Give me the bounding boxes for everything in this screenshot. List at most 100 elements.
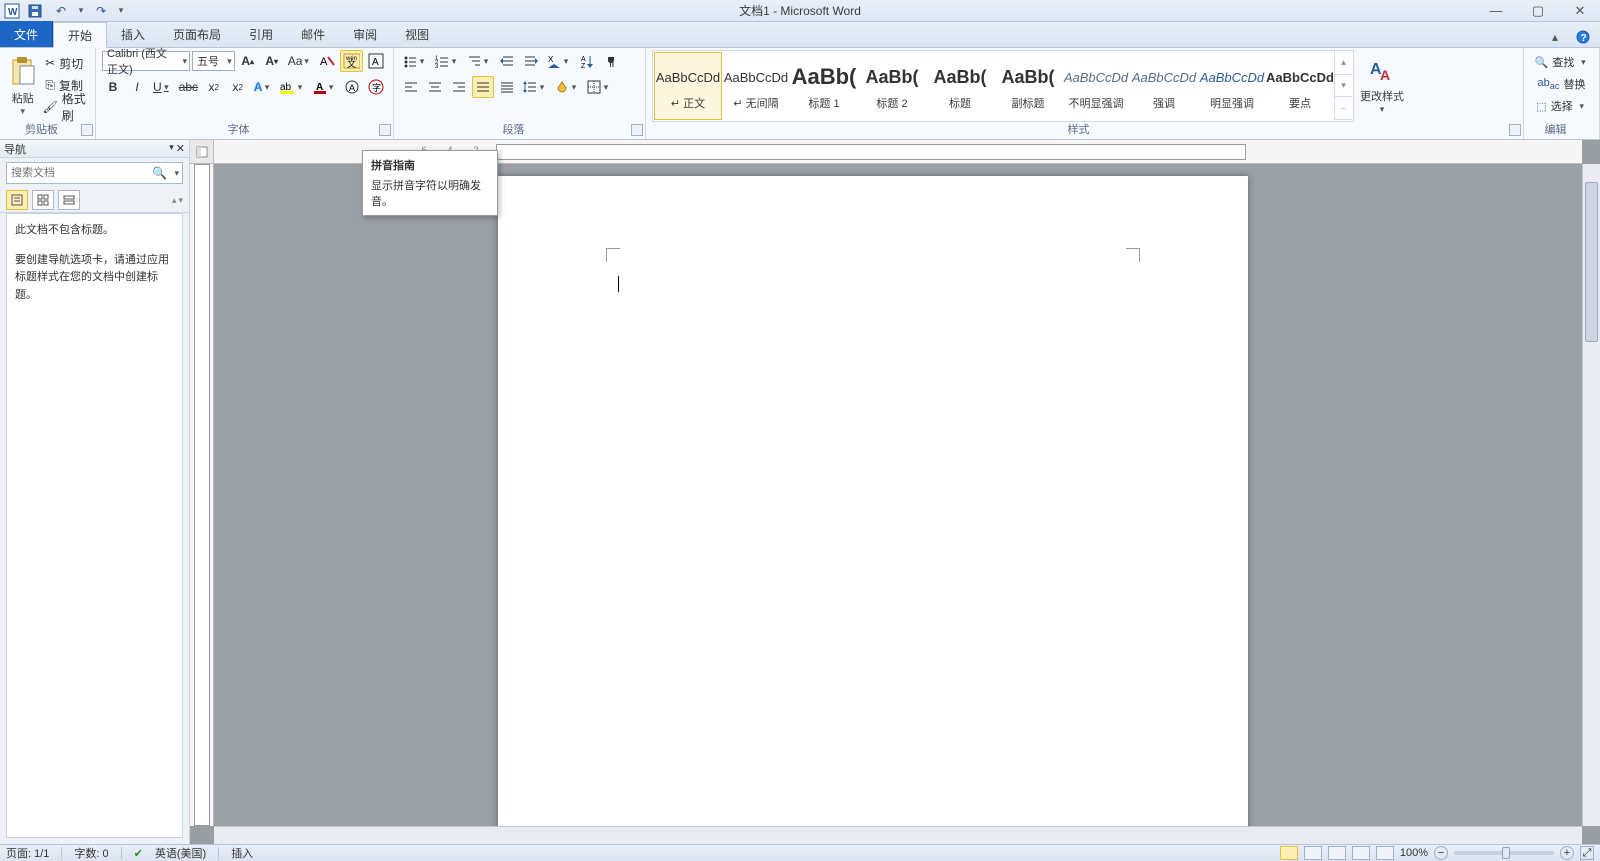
zoom-slider[interactable] <box>1454 851 1554 855</box>
file-tab[interactable]: 文件 <box>0 21 53 47</box>
search-dropdown-icon[interactable]: ▾ <box>174 168 179 179</box>
distributed-button[interactable] <box>496 76 518 98</box>
view-full-screen[interactable] <box>1304 846 1322 860</box>
strikethrough-button[interactable]: abc <box>176 76 201 98</box>
nav-tab-pages[interactable] <box>32 190 54 210</box>
status-words[interactable]: 字数: 0 <box>74 845 108 861</box>
justify-button[interactable] <box>472 76 494 98</box>
character-shading-button[interactable]: A <box>341 76 363 98</box>
style-item-nospacing[interactable]: AaBbCcDd↵ 无间隔 <box>722 52 790 120</box>
tab-mailings[interactable]: 邮件 <box>287 21 339 47</box>
nav-next-icon[interactable]: ▾ <box>178 195 183 206</box>
styles-launcher[interactable] <box>1509 124 1521 136</box>
view-web-layout[interactable] <box>1328 846 1346 860</box>
tab-home[interactable]: 开始 <box>53 22 107 48</box>
increase-indent-button[interactable] <box>520 50 542 72</box>
character-border-button[interactable]: A <box>365 50 387 72</box>
zoom-slider-knob[interactable] <box>1502 847 1510 859</box>
view-print-layout[interactable] <box>1280 846 1298 860</box>
gallery-scroll[interactable]: ▴▾⎯ <box>1334 52 1352 120</box>
shading-button[interactable]: ▾ <box>552 76 582 98</box>
align-left-button[interactable] <box>400 76 422 98</box>
nav-dropdown-icon[interactable]: ▾ <box>169 142 174 155</box>
style-item-strong[interactable]: AaBbCcDd要点 <box>1266 52 1334 120</box>
document-canvas[interactable] <box>214 164 1582 826</box>
style-item-heading2[interactable]: AaBb(标题 2 <box>858 52 926 120</box>
minimize-ribbon-icon[interactable]: ▴ <box>1544 26 1566 48</box>
style-item-subtitle[interactable]: AaBb(副标题 <box>994 52 1062 120</box>
scrollbar-thumb[interactable] <box>1585 182 1598 342</box>
highlight-button[interactable]: ab▾ <box>277 76 308 98</box>
view-draft[interactable] <box>1376 846 1394 860</box>
clear-formatting-button[interactable]: A <box>316 50 338 72</box>
minimize-button[interactable]: — <box>1482 3 1510 18</box>
qat-customize[interactable]: ▾ <box>116 5 126 16</box>
select-button[interactable]: ⬚选择▾ <box>1530 96 1593 116</box>
enclose-characters-button[interactable]: 字 <box>365 76 387 98</box>
borders-button[interactable]: ▾ <box>584 76 614 98</box>
change-styles-button[interactable]: AA 更改样式 ▾ <box>1358 50 1406 122</box>
font-launcher[interactable] <box>379 124 391 136</box>
tab-review[interactable]: 审阅 <box>339 21 391 47</box>
undo-dropdown[interactable]: ▾ <box>76 5 86 16</box>
close-button[interactable]: ✕ <box>1566 3 1594 19</box>
superscript-button[interactable]: x2 <box>227 76 249 98</box>
subscript-button[interactable]: x2 <box>203 76 225 98</box>
text-effects-button[interactable]: A▾ <box>251 76 275 98</box>
search-icon[interactable]: 🔍 <box>152 166 167 180</box>
status-language[interactable]: 英语(美国) <box>155 845 206 861</box>
help-icon[interactable]: ? <box>1572 26 1594 48</box>
paste-button[interactable]: 粘贴 ▾ <box>6 50 39 122</box>
redo-icon[interactable]: ↷ <box>90 3 112 19</box>
align-right-button[interactable] <box>448 76 470 98</box>
format-painter-button[interactable]: 🖌格式刷 <box>39 96 89 118</box>
shrink-font-button[interactable]: A▾ <box>261 50 283 72</box>
style-item-title[interactable]: AaBb(标题 <box>926 52 994 120</box>
page[interactable] <box>498 176 1248 826</box>
asian-layout-button[interactable]: X▾ <box>544 50 574 72</box>
style-item-normal[interactable]: AaBbCcDd↵ 正文 <box>654 52 722 120</box>
horizontal-scrollbar[interactable] <box>214 826 1582 844</box>
italic-button[interactable]: I <box>126 76 148 98</box>
phonetic-guide-button[interactable]: wén文 <box>340 50 363 72</box>
maximize-button[interactable]: ▢ <box>1524 3 1552 19</box>
nav-tab-results[interactable] <box>58 190 80 210</box>
decrease-indent-button[interactable] <box>496 50 518 72</box>
undo-icon[interactable]: ↶ <box>50 3 72 19</box>
nav-tab-headings[interactable] <box>6 190 28 210</box>
vertical-scrollbar[interactable] <box>1582 164 1600 826</box>
align-center-button[interactable] <box>424 76 446 98</box>
line-spacing-button[interactable]: ▾ <box>520 76 550 98</box>
style-item-emphasis[interactable]: AaBbCcDd强调 <box>1130 52 1198 120</box>
style-item-heading1[interactable]: AaBb(标题 1 <box>790 52 858 120</box>
zoom-in-button[interactable]: + <box>1560 846 1574 860</box>
font-color-button[interactable]: A▾ <box>310 76 339 98</box>
tab-references[interactable]: 引用 <box>235 21 287 47</box>
zoom-fit-button[interactable]: ⤢ <box>1580 846 1594 860</box>
nav-prev-icon[interactable]: ▴ <box>172 195 177 206</box>
show-marks-button[interactable] <box>600 50 622 72</box>
tab-layout[interactable]: 页面布局 <box>159 21 235 47</box>
underline-button[interactable]: U▾ <box>150 76 174 98</box>
style-item-intense-emphasis[interactable]: AaBbCcDd明显强调 <box>1198 52 1266 120</box>
font-size-select[interactable]: 五号 <box>192 51 235 71</box>
style-item-subtle-emphasis[interactable]: AaBbCcDd不明显强调 <box>1062 52 1130 120</box>
tab-view[interactable]: 视图 <box>391 21 443 47</box>
save-icon[interactable] <box>24 3 46 19</box>
status-page[interactable]: 页面: 1/1 <box>6 845 49 861</box>
paragraph-launcher[interactable] <box>631 124 643 136</box>
vertical-ruler[interactable] <box>190 164 214 826</box>
proofing-icon[interactable]: ✔ <box>134 847 143 860</box>
sort-button[interactable]: AZ <box>576 50 598 72</box>
ruler-corner[interactable] <box>190 140 214 164</box>
nav-close-icon[interactable]: ✕ <box>176 142 185 155</box>
font-name-select[interactable]: Calibri (西文正文) <box>102 51 190 71</box>
grow-font-button[interactable]: A▴ <box>237 50 259 72</box>
numbering-button[interactable]: 123▾ <box>432 50 462 72</box>
cut-button[interactable]: ✂剪切 <box>39 52 89 74</box>
replace-button[interactable]: abac替换 <box>1530 74 1593 94</box>
status-insert-mode[interactable]: 插入 <box>231 845 253 861</box>
clipboard-launcher[interactable] <box>81 124 93 136</box>
zoom-value[interactable]: 100% <box>1400 847 1428 859</box>
multilevel-list-button[interactable]: ▾ <box>464 50 494 72</box>
